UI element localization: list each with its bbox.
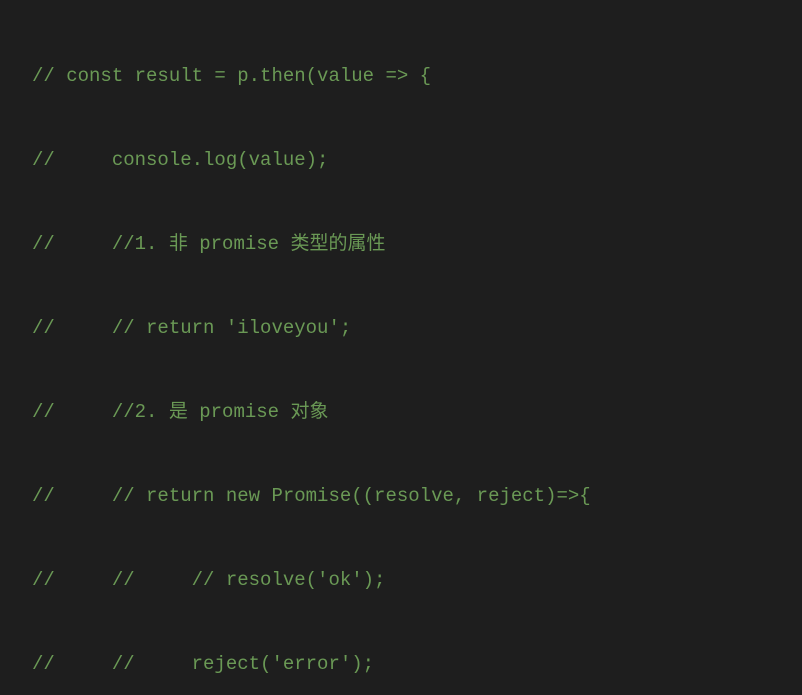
code-line: // //1. 非 promise 类型的属性	[0, 230, 802, 258]
code-line: // // // resolve('ok');	[0, 566, 802, 594]
comment-cjk: 非	[169, 233, 188, 255]
comment-cjk: 是	[169, 401, 188, 423]
code-line: // // reject('error');	[0, 650, 802, 678]
comment-text: // // return 'iloveyou';	[32, 317, 351, 339]
code-editor[interactable]: // const result = p.then(value => { // c…	[0, 0, 802, 695]
comment-text: promise	[188, 401, 291, 423]
code-line: // // return 'iloveyou';	[0, 314, 802, 342]
comment-text: promise	[188, 233, 291, 255]
code-line: // // return new Promise((resolve, rejec…	[0, 482, 802, 510]
comment-text: // // reject('error');	[32, 653, 374, 675]
code-line: // const result = p.then(value => {	[0, 62, 802, 90]
code-line: // console.log(value);	[0, 146, 802, 174]
code-line: // //2. 是 promise 对象	[0, 398, 802, 426]
comment-text: // console.log(value);	[32, 149, 328, 171]
comment-text: // // // resolve('ok');	[32, 569, 385, 591]
comment-text: // //2.	[32, 401, 169, 423]
comment-cjk: 对象	[290, 401, 328, 423]
comment-cjk: 类型的属性	[290, 233, 385, 255]
comment-text: // // return new Promise((resolve, rejec…	[32, 485, 591, 507]
comment-text: // //1.	[32, 233, 169, 255]
comment-text: // const result = p.then(value => {	[32, 65, 431, 87]
